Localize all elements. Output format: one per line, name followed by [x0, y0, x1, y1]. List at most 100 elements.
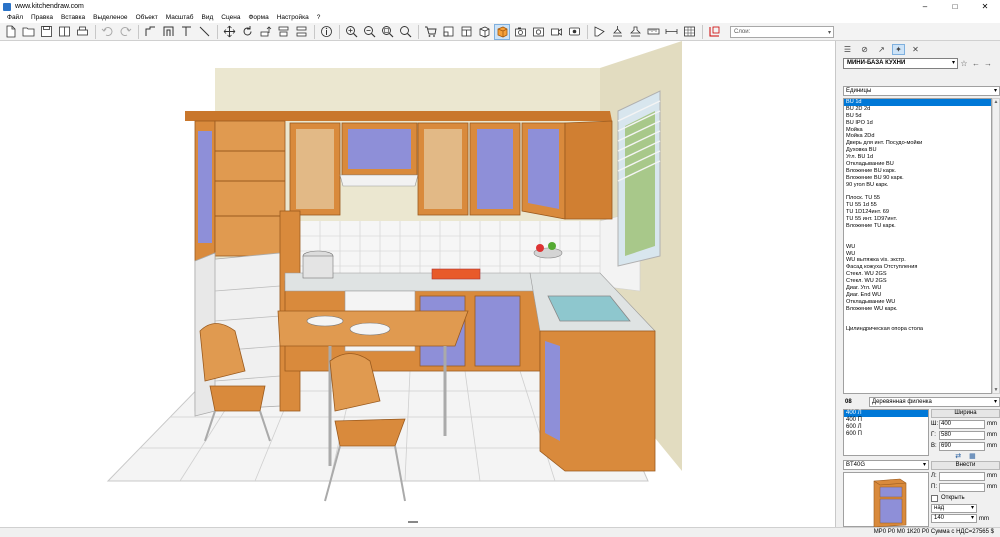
redo-icon[interactable] [117, 24, 133, 40]
module-list-item[interactable]: WU [844, 244, 991, 251]
module-list-item[interactable]: WU [844, 251, 991, 258]
module-list-item[interactable]: Вложение BU карк. [844, 168, 991, 175]
rotate-icon[interactable] [239, 24, 255, 40]
size-list-item[interactable]: 600 Л [844, 424, 928, 431]
menu-scene[interactable]: Сцена [217, 13, 244, 23]
shopping-cart-icon[interactable] [422, 24, 438, 40]
module-list-item[interactable]: TU 55 1d 55 [844, 202, 991, 209]
light-icon[interactable] [591, 24, 607, 40]
size-list-item[interactable]: 400 П [844, 417, 928, 424]
undo-icon[interactable] [99, 24, 115, 40]
module-list-item[interactable] [844, 320, 991, 327]
module-list-item[interactable]: Диаг. End WU [844, 292, 991, 299]
size-list-item[interactable]: 400 Л [844, 410, 928, 417]
module-list-item[interactable]: BU 2D 2d [844, 106, 991, 113]
ruler-icon[interactable] [645, 24, 661, 40]
module-list-item[interactable]: BU 5d [844, 113, 991, 120]
corner-wall-icon[interactable] [178, 24, 194, 40]
module-list-item[interactable]: Дверь для инт. Посудо-мойки [844, 140, 991, 147]
module-list-item[interactable]: Вложение TU карк. [844, 223, 991, 230]
arrow-up-right-icon[interactable]: ↗ [875, 44, 888, 55]
wall-opening-icon[interactable] [160, 24, 176, 40]
3d-box-icon[interactable] [494, 23, 510, 40]
module-list-item[interactable]: BU IPO 1d [844, 120, 991, 127]
plan-view-icon[interactable] [440, 24, 456, 40]
module-list-item[interactable]: Стекл. WU 2GS [844, 271, 991, 278]
hood-icon[interactable] [627, 24, 643, 40]
menu-insert[interactable]: Вставка [57, 13, 89, 23]
grid-icon[interactable]: ▦ [969, 452, 976, 460]
catalog-list-icon[interactable]: ☰ [841, 44, 854, 55]
depth-input[interactable]: 580 [939, 430, 985, 440]
module-list-scrollbar[interactable]: ▲ ▼ [992, 98, 1000, 394]
module-list-item[interactable]: Плоск. TU 55 [844, 195, 991, 202]
module-list-item[interactable]: Цилиндрическая опора стола [844, 326, 991, 333]
draw-wall-icon[interactable] [142, 24, 158, 40]
menu-settings[interactable]: Настройка [273, 13, 313, 23]
zoom-window-icon[interactable] [379, 24, 395, 40]
menu-form[interactable]: Форма [244, 13, 272, 23]
catalog-book-icon[interactable] [56, 24, 72, 40]
perspective-view-icon[interactable] [476, 24, 492, 40]
texture-icon[interactable] [681, 24, 697, 40]
new-file-icon[interactable] [2, 24, 18, 40]
module-list-item[interactable]: Духовка BU [844, 147, 991, 154]
module-list-item[interactable]: TU 1D124инт. 69 [844, 209, 991, 216]
favorite-star-icon[interactable]: ☆ [958, 59, 970, 68]
module-list-item[interactable]: WU вытяжка vis. экстр. [844, 257, 991, 264]
scroll-up-icon[interactable]: ▲ [993, 99, 999, 105]
ceiling-lamp-icon[interactable] [609, 24, 625, 40]
close-button[interactable]: ✕ [970, 0, 1000, 13]
close-panel-icon[interactable]: ✕ [909, 44, 922, 55]
height-select[interactable]: 140 ▾ [931, 514, 977, 523]
swap-icon[interactable]: ⇄ [955, 452, 961, 460]
insert-l-input[interactable] [939, 471, 985, 481]
open-checkbox[interactable] [931, 494, 938, 502]
module-list-item[interactable]: BU 1d [844, 99, 991, 106]
forward-arrow-icon[interactable]: → [982, 59, 994, 68]
module-list-item[interactable]: Фасад кожуха Отступления [844, 264, 991, 271]
3d-viewport[interactable] [0, 41, 836, 527]
size-list-item[interactable]: 600 П [844, 431, 928, 438]
video-camera-icon[interactable] [548, 24, 564, 40]
elevation-view-icon[interactable] [458, 24, 474, 40]
minimize-button[interactable]: – [910, 0, 940, 13]
height-input[interactable]: 690 [939, 441, 985, 451]
module-list-item[interactable]: Диаг. Угл. WU [844, 285, 991, 292]
size-list[interactable]: 400 Л 400 П 600 Л 600 П [843, 409, 929, 456]
module-list-item[interactable]: Откладывание BU [844, 161, 991, 168]
insert-p-input[interactable] [939, 482, 985, 492]
dimension-icon[interactable] [663, 24, 679, 40]
viewport-splitter-grip[interactable] [408, 521, 418, 523]
save-icon[interactable] [38, 24, 54, 40]
visibility-off-icon[interactable]: ⊘ [858, 44, 871, 55]
move-icon[interactable] [221, 24, 237, 40]
width-header[interactable]: Ширина [931, 409, 1000, 418]
position-select[interactable]: над ▾ [931, 504, 977, 513]
module-list-item[interactable]: TU 55 инт. 1D97инт. [844, 216, 991, 223]
module-list-item[interactable]: Вложение WU карк. [844, 306, 991, 313]
catalog-select[interactable]: МИНИ-БАЗА КУХНИ ▾ [843, 57, 958, 69]
module-list-item[interactable]: Вложение BU 90 карк. [844, 175, 991, 182]
module-list-item[interactable] [844, 230, 991, 237]
finish-select[interactable]: Деревянная филенка ▾ [869, 397, 1000, 407]
info-icon[interactable] [318, 24, 334, 40]
module-list-item[interactable]: Откладывание WU [844, 299, 991, 306]
camera-icon[interactable] [512, 24, 528, 40]
align-icon[interactable] [275, 24, 291, 40]
menu-object[interactable]: Объект [132, 13, 162, 23]
width-input[interactable]: 400 [939, 419, 985, 429]
units-select[interactable]: Единицы ▾ [843, 86, 1000, 96]
insert-button[interactable]: Внести [931, 461, 1000, 470]
module-list-item[interactable] [844, 237, 991, 244]
module-list-item[interactable]: Угл. BU 1d [844, 154, 991, 161]
maximize-button[interactable]: □ [940, 0, 970, 13]
diagonal-line-icon[interactable] [196, 24, 212, 40]
zoom-all-icon[interactable] [397, 24, 413, 40]
zoom-in-icon[interactable] [343, 24, 359, 40]
module-list-item[interactable]: 90 угол BU карк. [844, 182, 991, 189]
menu-file[interactable]: Файл [3, 13, 27, 23]
elevate-icon[interactable] [257, 24, 273, 40]
photo-render-icon[interactable] [530, 24, 546, 40]
stack-icon[interactable] [293, 24, 309, 40]
